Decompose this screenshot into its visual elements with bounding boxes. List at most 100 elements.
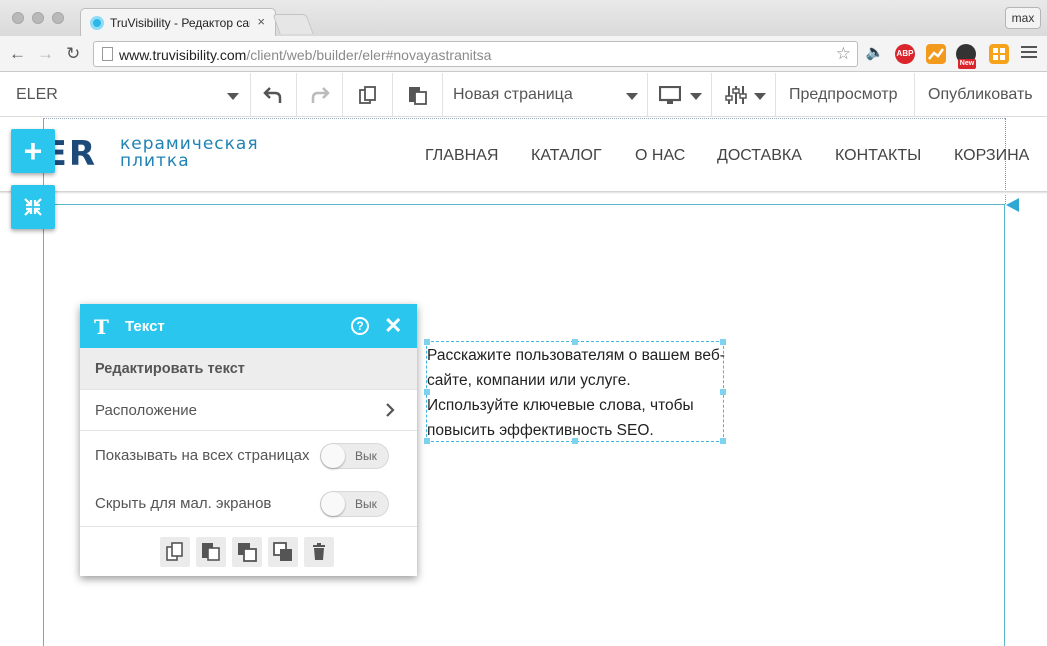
paste-icon — [202, 543, 220, 561]
profile-button[interactable]: max — [1005, 7, 1041, 29]
hide-small-row: Скрыть для мал. экранов Вык — [80, 479, 417, 527]
guide-marker-icon[interactable] — [1006, 198, 1019, 212]
browser-tab[interactable]: TruVisibility - Редактор сайтов × — [80, 8, 276, 36]
forward-arrow-icon[interactable]: → — [37, 44, 54, 64]
add-element-button[interactable]: + — [11, 129, 55, 173]
minimize-window-button[interactable] — [32, 12, 44, 24]
chevron-down-icon — [626, 93, 638, 100]
resize-handle[interactable] — [572, 438, 578, 444]
site-selector[interactable]: ELER — [0, 73, 250, 117]
paste-element-button[interactable] — [196, 537, 226, 567]
tab-title: TruVisibility - Редактор сайтов — [110, 16, 250, 30]
grid-extension-icon[interactable] — [989, 44, 1009, 64]
edit-text-label: Редактировать текст — [95, 361, 245, 377]
site-nav-cart[interactable]: КОРЗИНА — [954, 147, 1029, 165]
edit-text-row[interactable]: Редактировать текст — [80, 348, 417, 390]
delete-element-button[interactable] — [304, 537, 334, 567]
site-nav-delivery[interactable]: ДОСТАВКА — [717, 147, 802, 165]
send-backward-button[interactable] — [268, 537, 298, 567]
resize-handle[interactable] — [424, 389, 430, 395]
resize-handle[interactable] — [572, 339, 578, 345]
close-icon[interactable]: ✕ — [384, 313, 402, 339]
text-settings-panel: T Текст ? ✕ Редактировать текст Располож… — [80, 304, 417, 576]
chevron-down-icon — [690, 93, 702, 100]
panel-title: Текст — [125, 318, 165, 335]
new-tab-button[interactable] — [272, 14, 314, 34]
builder-toolbar: ELER Новая страница Предпросмотр Опублик… — [0, 73, 1047, 117]
collapse-button[interactable] — [11, 185, 55, 229]
device-selector[interactable] — [647, 73, 711, 117]
preview-button[interactable]: Предпросмотр — [775, 73, 914, 117]
show-all-pages-row: Показывать на всех страницах Вык — [80, 431, 417, 479]
maximize-window-button[interactable] — [52, 12, 64, 24]
site-nav-catalog[interactable]: КАТАЛОГ — [531, 147, 602, 165]
show-all-pages-toggle[interactable]: Вык — [320, 443, 389, 469]
toggle-knob — [321, 492, 345, 516]
site-name: ELER — [16, 86, 58, 103]
shrink-arrows-icon — [24, 198, 42, 216]
site-logo-text[interactable]: керамическая плитка — [120, 136, 259, 170]
abp-icon[interactable]: ABP — [895, 44, 915, 64]
hide-small-label: Скрыть для мал. экранов — [95, 495, 272, 512]
plus-icon: + — [23, 133, 43, 169]
site-nav-contacts[interactable]: КОНТАКТЫ — [835, 147, 921, 165]
speed-extension-icon[interactable]: New — [956, 44, 976, 69]
publish-button[interactable]: Опубликовать — [914, 73, 1047, 117]
resize-handle[interactable] — [720, 389, 726, 395]
page-selector[interactable]: Новая страница — [442, 73, 647, 117]
new-badge: New — [958, 59, 976, 69]
chevron-down-icon — [227, 93, 239, 100]
hide-small-toggle[interactable]: Вык — [320, 491, 389, 517]
resize-handle[interactable] — [424, 438, 430, 444]
resize-handle[interactable] — [720, 339, 726, 345]
url-text: www.truvisibility.com/client/web/builder… — [119, 47, 492, 63]
copy-icon — [359, 86, 376, 104]
copy-button[interactable] — [342, 73, 392, 117]
resize-handle[interactable] — [720, 438, 726, 444]
position-label: Расположение — [95, 402, 197, 419]
toggle-off-label: Вык — [355, 497, 377, 511]
help-icon[interactable]: ? — [351, 317, 369, 335]
paste-button[interactable] — [392, 73, 442, 117]
send-backward-icon — [273, 542, 292, 561]
resize-handle[interactable] — [424, 339, 430, 345]
site-nav-home[interactable]: ГЛАВНАЯ — [425, 147, 498, 165]
site-nav-about[interactable]: О НАС — [635, 147, 685, 165]
trend-extension-icon[interactable] — [926, 44, 946, 64]
redo-icon — [311, 87, 330, 103]
speaker-icon[interactable]: 🔈 — [865, 43, 885, 63]
preview-label: Предпросмотр — [789, 86, 898, 103]
logo-line-2: плитка — [120, 151, 190, 171]
canvas-top-guide — [43, 118, 1005, 119]
bring-forward-button[interactable] — [232, 537, 262, 567]
back-arrow-icon[interactable]: ← — [9, 44, 26, 64]
header-shadow — [0, 191, 1047, 194]
copy-element-button[interactable] — [160, 537, 190, 567]
close-window-button[interactable] — [12, 12, 24, 24]
redo-button[interactable] — [296, 73, 342, 117]
publish-label: Опубликовать — [928, 86, 1033, 103]
show-all-pages-label: Показывать на всех страницах — [95, 447, 310, 464]
reload-icon[interactable]: ↻ — [66, 44, 80, 64]
header-bottom-guide[interactable] — [43, 204, 1005, 205]
toggle-off-label: Вык — [355, 449, 377, 463]
bookmark-star-icon[interactable]: ☆ — [836, 44, 851, 64]
position-row[interactable]: Расположение — [80, 390, 417, 431]
paste-icon — [409, 87, 427, 105]
chevron-down-icon — [754, 93, 766, 100]
text-element-content[interactable]: Расскажите пользователям о вашем веб-сай… — [427, 343, 725, 443]
text-type-icon: T — [94, 315, 109, 339]
tab-close-icon[interactable]: × — [257, 14, 265, 29]
settings-selector[interactable] — [711, 73, 775, 117]
chevron-right-icon — [386, 403, 395, 417]
trash-icon — [313, 543, 325, 560]
undo-button[interactable] — [250, 73, 296, 117]
text-element[interactable]: Расскажите пользователям о вашем веб-сай… — [424, 339, 726, 444]
address-bar[interactable]: www.truvisibility.com/client/web/builder… — [93, 41, 858, 67]
panel-header[interactable]: T Текст ? ✕ — [80, 304, 417, 348]
page-name: Новая страница — [453, 86, 573, 103]
toggle-knob — [321, 444, 345, 468]
hamburger-menu-icon[interactable] — [1021, 46, 1037, 61]
bring-forward-icon — [238, 543, 257, 562]
page-icon — [102, 47, 113, 61]
